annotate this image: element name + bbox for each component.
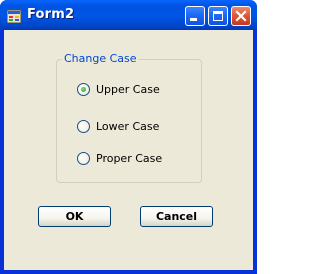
cancel-button[interactable]: Cancel <box>140 206 213 227</box>
radio-button[interactable] <box>77 119 90 133</box>
radio-label[interactable]: Lower Case <box>96 120 159 133</box>
maximize-icon <box>213 11 223 21</box>
ok-button[interactable]: OK <box>38 206 111 227</box>
radio-proper-case[interactable]: Proper Case <box>77 151 162 165</box>
radio-label[interactable]: Upper Case <box>96 83 160 96</box>
window: Form2 Change Case Upper Case Lower Case … <box>0 0 257 274</box>
radio-upper-case[interactable]: Upper Case <box>77 82 160 96</box>
radio-lower-case[interactable]: Lower Case <box>77 119 159 133</box>
radio-button-checked[interactable] <box>77 82 90 96</box>
title-bar[interactable]: Form2 <box>0 0 257 30</box>
groupbox-label: Change Case <box>62 52 139 65</box>
maximize-button[interactable] <box>208 6 228 26</box>
form-client-area: Change Case Upper Case Lower Case Proper… <box>4 30 253 270</box>
form-icon <box>6 8 22 24</box>
minimize-button[interactable] <box>185 6 205 26</box>
minimize-icon <box>190 18 197 21</box>
radio-button[interactable] <box>77 151 90 165</box>
window-title: Form2 <box>27 7 75 22</box>
radio-label[interactable]: Proper Case <box>96 152 162 165</box>
close-icon <box>235 10 247 22</box>
close-button[interactable] <box>231 6 251 26</box>
